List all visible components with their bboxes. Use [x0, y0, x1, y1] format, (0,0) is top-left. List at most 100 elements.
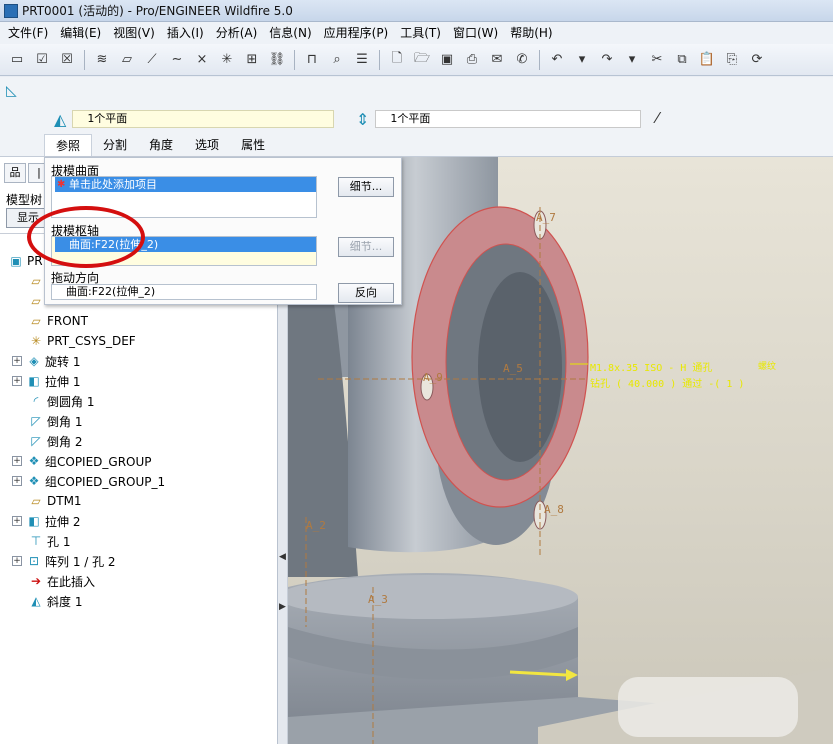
show-button[interactable]: 显示 [6, 208, 46, 228]
draft-hinges-field[interactable]: 曲面:F22(拉伸_2) [51, 236, 317, 266]
tree-item-dtm1[interactable]: ▱ DTM1 [28, 491, 81, 511]
analysis-icon[interactable]: ⊞ [241, 49, 263, 71]
paste-icon[interactable]: 📋 [696, 49, 718, 71]
search-icon[interactable]: ⌕ [326, 49, 348, 71]
tab-split[interactable]: 分割 [92, 134, 138, 156]
app-icon [4, 3, 18, 18]
tree-item-front[interactable]: ▱ FRONT [28, 311, 88, 331]
datum-plane-icon: ▱ [31, 314, 41, 328]
details-button[interactable]: 细节... [338, 177, 394, 197]
model-tree-tab-icon[interactable]: 品 [4, 163, 26, 183]
tree-item-hole-1[interactable]: ⊤ 孔 1 [28, 531, 71, 551]
tab-angle[interactable]: 角度 [138, 134, 184, 156]
chamfer-icon: ◸ [31, 434, 41, 448]
tab-properties[interactable]: 属性 [230, 134, 276, 156]
csys-icon[interactable]: ✳ [216, 49, 238, 71]
new-file-icon[interactable]: 🗋 [386, 49, 408, 71]
datum-display-icon[interactable]: ▭ [6, 49, 28, 71]
draft-surfaces-field[interactable]: ✱ 单击此处添加项目 [51, 176, 317, 218]
menu-applications[interactable]: 应用程序(P) [318, 22, 395, 44]
hole-note-thread-tag: 螺纹 [758, 362, 777, 372]
draft-surfaces-selected[interactable]: ✱ 单击此处添加项目 [55, 177, 316, 192]
menu-tools[interactable]: 工具(T) [394, 22, 447, 44]
datum-curve-icon[interactable]: ∼ [166, 49, 188, 71]
toolbar-separator [379, 49, 380, 70]
regenerate-icon[interactable]: ⟳ [746, 49, 768, 71]
link-icon[interactable]: ⛓ [266, 49, 288, 71]
expand-icon[interactable]: + [12, 356, 22, 366]
dashboard-tabs: 参照 分割 角度 选项 属性 [44, 134, 276, 156]
close-window-icon[interactable]: ☒ [56, 49, 78, 71]
menu-help[interactable]: 帮助(H) [504, 22, 558, 44]
tree-item-extrude-1[interactable]: + ◧ 拉伸 1 [12, 371, 80, 391]
invalid-marker-icon: ✱ [57, 179, 66, 190]
tree-item-chamfer-1[interactable]: ◸ 倒角 1 [28, 411, 82, 431]
tree-item-extrude-2[interactable]: + ◧ 拉伸 2 [12, 511, 80, 531]
datum-plane-icon[interactable]: ▱ [116, 49, 138, 71]
menu-analysis[interactable]: 分析(A) [210, 22, 264, 44]
expand-icon[interactable]: + [12, 516, 22, 526]
print-icon[interactable]: ⎙ [461, 49, 483, 71]
hole-note-line2: 钻孔 ( 40.000 ) 通过 -( 1 ) [590, 379, 745, 390]
group-icon: ❖ [28, 474, 40, 488]
draft-hinges-selected[interactable]: 曲面:F22(拉伸_2) [55, 237, 316, 252]
save-icon[interactable]: ▣ [436, 49, 458, 71]
menu-file[interactable]: 文件(F) [2, 22, 54, 44]
undo-dropdown-icon[interactable]: ▾ [571, 49, 593, 71]
draft-surfaces-collector[interactable]: 1个平面 [72, 110, 335, 128]
menu-window[interactable]: 窗口(W) [447, 22, 504, 44]
details-button-disabled[interactable]: 细节... [338, 237, 394, 257]
tree-item-round[interactable]: ◜ 倒圆角 1 [28, 391, 95, 411]
tab-references[interactable]: 参照 [44, 134, 93, 156]
tree-item-revolve[interactable]: + ◈ 旋转 1 [12, 351, 80, 371]
tab-options[interactable]: 选项 [184, 134, 230, 156]
axis-label-a8: A_8 [544, 503, 564, 516]
expand-right-icon[interactable]: ▶ [279, 602, 286, 612]
datum-plane-icon: ▱ [31, 274, 41, 288]
accept-icon[interactable]: ☑ [31, 49, 53, 71]
tree-root[interactable]: ▣ PR [8, 251, 42, 271]
undo-icon[interactable]: ↶ [546, 49, 568, 71]
tree-item-group-2[interactable]: + ❖ 组COPIED_GROUP_1 [12, 471, 165, 491]
draft-feature-icon: ◺ [6, 83, 17, 99]
tree-item-draft[interactable]: ◭ 斜度 1 [28, 591, 82, 611]
pull-direction-field[interactable]: 曲面:F22(拉伸_2) [51, 284, 317, 300]
tree-item-pattern[interactable]: + ⊡ 阵列 1 / 孔 2 [12, 551, 116, 571]
redo-icon[interactable]: ↷ [596, 49, 618, 71]
flip-button[interactable]: 反向 [338, 283, 394, 303]
email-icon[interactable]: ✉ [486, 49, 508, 71]
toolbar-separator [539, 49, 540, 70]
expand-icon[interactable]: + [12, 456, 22, 466]
draft-surface-icon: ◭ [54, 109, 67, 129]
select-filter-icon[interactable]: ⊓ [301, 49, 323, 71]
draft-hinge-icon[interactable]: ⇕ [356, 110, 369, 129]
cut-icon[interactable]: ✂ [646, 49, 668, 71]
toolbar-separator [84, 49, 85, 70]
draft-hinge-collector[interactable]: 1个平面 [375, 110, 642, 128]
datum-point-icon[interactable]: × [191, 49, 213, 71]
redo-dropdown-icon[interactable]: ▾ [621, 49, 643, 71]
tree-item-group-1[interactable]: + ❖ 组COPIED_GROUP [12, 451, 152, 471]
collapse-left-icon[interactable]: ◀ [279, 552, 286, 562]
open-file-icon[interactable]: 🗁 [411, 49, 433, 71]
menu-view[interactable]: 视图(V) [107, 22, 161, 44]
expand-icon[interactable]: + [12, 556, 22, 566]
tree-item-chamfer-2[interactable]: ◸ 倒角 2 [28, 431, 82, 451]
draft-surfaces-value: 单击此处添加项目 [69, 178, 157, 191]
toolbar-separator [294, 49, 295, 70]
menu-insert[interactable]: 插入(I) [161, 22, 210, 44]
layers-icon[interactable]: ☰ [351, 49, 373, 71]
tree-item-csys[interactable]: ✳ PRT_CSYS_DEF [28, 331, 136, 351]
copy-icon[interactable]: ⧉ [671, 49, 693, 71]
email-link-icon[interactable]: ✆ [511, 49, 533, 71]
sketch-icon[interactable]: ≋ [91, 49, 113, 71]
flip-direction-icon[interactable]: ⁄ [656, 109, 659, 127]
expand-icon[interactable]: + [12, 476, 22, 486]
menu-edit[interactable]: 编辑(E) [54, 22, 107, 44]
menu-info[interactable]: 信息(N) [263, 22, 317, 44]
paste-special-icon[interactable]: ⎘ [721, 49, 743, 71]
expand-icon[interactable]: + [12, 376, 22, 386]
window-title: PRT0001 (活动的) - Pro/ENGINEER Wildfire 5.… [22, 4, 293, 18]
datum-axis-icon[interactable]: ⟋ [141, 49, 163, 71]
tree-item-insert-here[interactable]: ➔ 在此插入 [28, 571, 95, 591]
